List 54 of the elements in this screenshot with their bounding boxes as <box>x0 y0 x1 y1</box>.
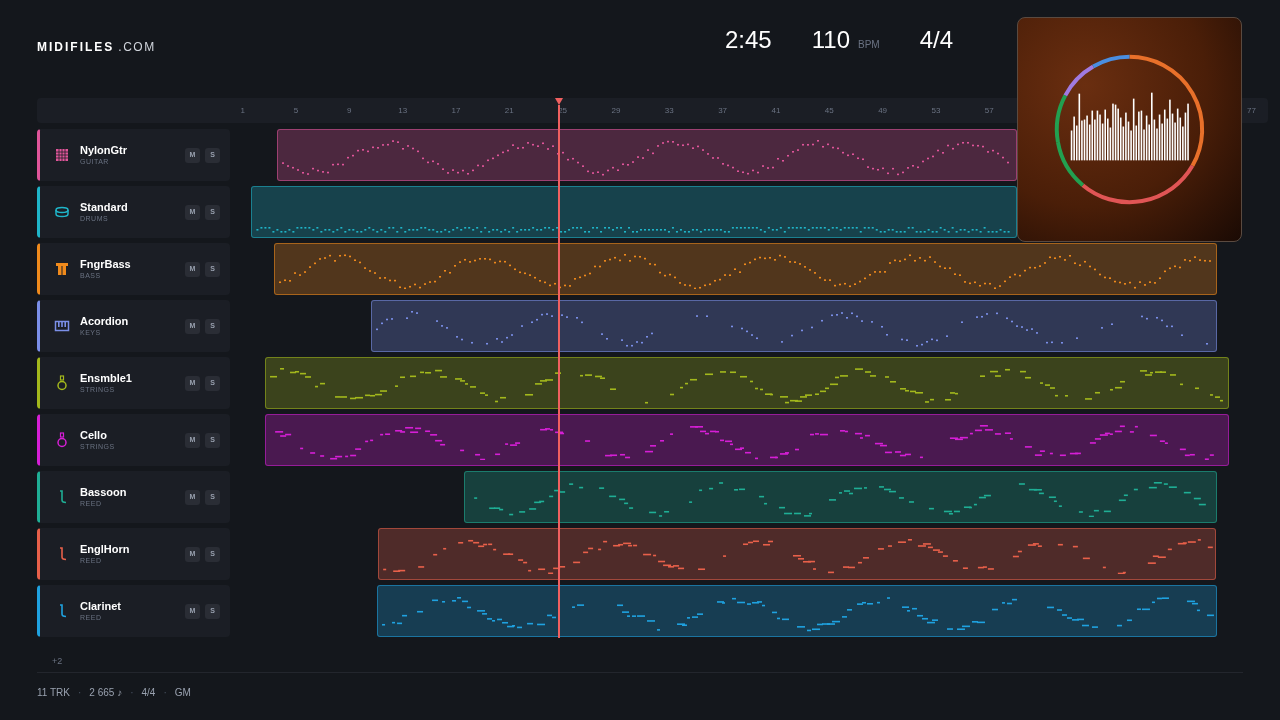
midi-clip[interactable] <box>464 471 1217 523</box>
footer-separator: · <box>130 686 134 700</box>
midi-clip[interactable] <box>277 129 1017 181</box>
midi-clip[interactable] <box>274 243 1217 295</box>
ruler-tick: 21 <box>504 104 514 117</box>
ruler-tick: 33 <box>664 104 674 117</box>
track-name: Standard <box>80 201 129 214</box>
logo-brand: MIDIFILES <box>37 39 115 56</box>
midi-clip[interactable] <box>265 357 1229 409</box>
midi-clip[interactable] <box>378 528 1216 580</box>
ruler-tick: 77 <box>1247 104 1257 117</box>
ruler-tick: 57 <box>984 104 994 117</box>
footer-stat: 11 TRK <box>37 686 70 700</box>
ruler-tick: 5 <box>293 104 299 117</box>
track-name: Acordion <box>80 315 130 328</box>
flask-icon <box>54 375 70 391</box>
ruler-tick: 29 <box>611 104 621 117</box>
ruler-tick: 17 <box>451 104 461 117</box>
midi-clip[interactable] <box>377 585 1217 637</box>
keyboard-icon <box>54 318 70 334</box>
ruler-tick: 9 <box>347 104 352 117</box>
ruler-tick: 1 <box>240 104 245 117</box>
footer-separator: · <box>78 686 82 700</box>
track-name: Bassoon <box>80 486 128 499</box>
stat-value: 4/4 <box>919 25 954 55</box>
ruler-tick: 49 <box>878 104 888 117</box>
footer-stat: 4/4 <box>141 686 156 700</box>
stat-value: 2:45 <box>725 25 772 55</box>
drum-icon <box>54 204 70 220</box>
footer-stat: GM <box>174 686 191 700</box>
midi-clip[interactable] <box>251 186 1017 238</box>
midi-clip[interactable] <box>371 300 1217 352</box>
ruler-tick: 53 <box>931 104 941 117</box>
ruler-tick: 41 <box>771 104 781 117</box>
footer-separator: · <box>163 686 167 700</box>
track-name: NylonGtr <box>80 144 129 157</box>
bass-block-icon <box>54 261 70 277</box>
ruler-tick: 45 <box>824 104 834 117</box>
grid-icon <box>54 147 70 163</box>
ruler-tick: 37 <box>718 104 728 117</box>
track-name: Cello <box>80 429 108 442</box>
track-name: Ensmble1 <box>80 372 133 385</box>
more-tracks-label[interactable]: +2 <box>52 656 63 666</box>
midi-clip[interactable] <box>265 414 1229 466</box>
stat-unit: BPM <box>858 38 880 52</box>
footer-stat: 2 665 ♪ <box>89 686 123 700</box>
track-name: FngrBass <box>80 258 132 271</box>
stat-value: 110 <box>811 25 850 55</box>
track-name: Clarinet <box>80 600 122 613</box>
ruler-tick: 13 <box>398 104 408 117</box>
track-name: EnglHorn <box>80 543 131 556</box>
flask-icon <box>54 432 70 448</box>
playhead-handle-icon[interactable] <box>555 98 563 105</box>
logo-suffix: .COM <box>118 39 156 56</box>
